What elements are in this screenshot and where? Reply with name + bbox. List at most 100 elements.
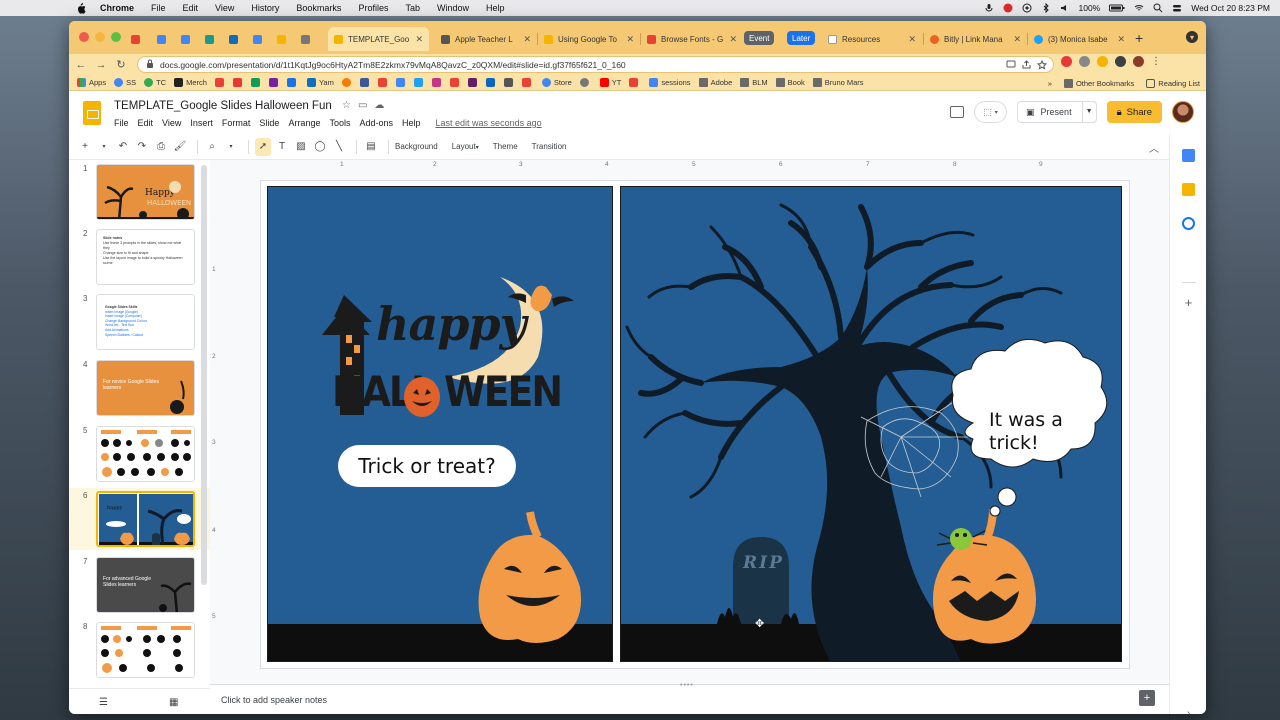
microphone-icon[interactable] — [984, 3, 994, 13]
image-icon[interactable]: ▨ — [293, 138, 309, 156]
pinterest-icon[interactable] — [521, 78, 531, 87]
slide-thumbnail-active[interactable]: happy — [96, 491, 195, 547]
docs-menu-file[interactable]: File — [114, 118, 129, 128]
back-button[interactable]: ← — [73, 57, 89, 73]
transition-button[interactable]: Transition — [532, 142, 567, 151]
tab-group-event[interactable]: Event — [744, 31, 775, 45]
meet-button[interactable]: ⬚ ▾ — [974, 101, 1008, 123]
extension-yellow-icon[interactable] — [1097, 56, 1108, 67]
orange-app-icon[interactable] — [341, 78, 351, 87]
share-button[interactable]: 🔒︎ Share — [1106, 101, 1162, 123]
slide-thumbnail[interactable]: Slide notes Use these 3 prompts in the s… — [96, 229, 195, 285]
close-tab-icon[interactable]: ✕ — [725, 34, 737, 45]
comment-history-icon[interactable] — [950, 106, 965, 118]
tab-resources[interactable]: Resources ✕ — [822, 27, 922, 51]
menu-profiles[interactable]: Profiles — [358, 3, 388, 13]
menu-file[interactable]: File — [151, 3, 166, 13]
apple-menu-icon[interactable] — [74, 2, 88, 14]
slide-thumbnail[interactable] — [96, 426, 195, 482]
pinned-tab-calendar[interactable] — [157, 27, 173, 51]
filmstrip-item[interactable]: 4 For novice Google Slides learners — [69, 357, 210, 419]
account-avatar[interactable] — [1172, 101, 1194, 123]
menu-bookmarks[interactable]: Bookmarks — [296, 3, 341, 13]
adobe-icon[interactable] — [214, 78, 224, 87]
cloud-status-icon[interactable]: ☁ — [374, 100, 384, 111]
globe-icon[interactable] — [579, 78, 589, 87]
pinned-tab-outlook[interactable] — [229, 27, 245, 51]
move-folder-icon[interactable]: ▭ — [358, 100, 367, 111]
pinned-tab-keep[interactable] — [277, 27, 293, 51]
bookmark-ss[interactable]: SS — [114, 78, 136, 87]
airdrop-icon[interactable] — [1022, 3, 1032, 13]
filmstrip-scrollbar[interactable] — [201, 165, 207, 585]
bookmarks-overflow-button[interactable]: » — [1048, 79, 1052, 88]
slide-canvas[interactable]: happy HALL WEEN Trick or treat? RIP It w… — [261, 181, 1129, 668]
volume-icon[interactable] — [1060, 3, 1070, 13]
tasks-icon[interactable] — [1182, 217, 1195, 230]
docs-menu-insert[interactable]: Insert — [190, 118, 213, 128]
share-page-icon[interactable] — [1022, 60, 1031, 72]
profile-avatar-icon[interactable] — [1133, 56, 1144, 67]
theme-button[interactable]: Theme — [493, 142, 518, 151]
close-tab-icon[interactable]: ✕ — [1009, 34, 1021, 45]
filmstrip-item[interactable]: 3 Google Slides Skills Insert Image (Goo… — [69, 291, 210, 353]
redo-icon[interactable]: ↷ — [134, 138, 150, 156]
thought-bubble-text[interactable]: It was a trick! — [989, 409, 1099, 455]
pinned-tab-globe[interactable] — [301, 27, 317, 51]
slide-thumbnail[interactable]: Google Slides Skills Insert Image (Googl… — [96, 294, 195, 350]
slide-thumbnail[interactable]: Happy HALLOWEEN — [96, 164, 195, 220]
flag-icon[interactable] — [629, 78, 639, 87]
tab-group-later[interactable]: Later — [787, 31, 816, 45]
docs-menu-slide[interactable]: Slide — [259, 118, 279, 128]
close-tab-icon[interactable]: ✕ — [411, 34, 423, 45]
calendar-icon[interactable] — [1182, 149, 1195, 162]
menu-help[interactable]: Help — [486, 3, 505, 13]
speaker-notes[interactable]: •••• Click to add speaker notes + — [210, 682, 1169, 714]
minimize-window-button[interactable] — [95, 32, 105, 42]
new-tab-button[interactable]: + — [1135, 30, 1143, 46]
wifi-icon[interactable] — [1134, 3, 1144, 13]
close-tab-icon[interactable]: ✕ — [519, 34, 531, 45]
pinned-tab-forms[interactable] — [205, 27, 221, 51]
docs-menu-addons[interactable]: Add-ons — [359, 118, 393, 128]
address-bar[interactable]: docs.google.com/presentation/d/1t1KqtJg9… — [137, 56, 1054, 73]
cast-icon[interactable] — [1006, 60, 1016, 72]
tab-twitter[interactable]: (3) Monica Isabe ✕ — [1028, 27, 1131, 51]
select-tool-icon[interactable]: ➚ — [255, 137, 271, 156]
sheets-icon[interactable] — [250, 78, 260, 87]
comment-icon[interactable]: ▤ — [363, 138, 379, 156]
red-app-icon[interactable] — [377, 78, 387, 87]
pinned-tab-slides[interactable] — [253, 27, 269, 51]
bluetooth-icon[interactable] — [1041, 2, 1051, 14]
layout-button[interactable]: Layout▾ — [452, 142, 479, 151]
instagram-icon[interactable] — [431, 78, 441, 87]
reload-button[interactable]: ↻ — [113, 57, 129, 73]
pinned-tab-gmail[interactable] — [131, 27, 147, 51]
new-slide-dropdown-icon[interactable]: ▾ — [96, 138, 112, 156]
twitter-icon[interactable] — [413, 78, 423, 87]
bookmark-book[interactable]: Book — [775, 78, 805, 87]
slide-thumbnail[interactable]: For novice Google Slides learners — [96, 360, 195, 416]
undo-icon[interactable]: ↶ — [115, 138, 131, 156]
menu-tab[interactable]: Tab — [405, 3, 420, 13]
filmstrip-item[interactable]: 7 For advanced Google Slides learners — [69, 554, 210, 616]
menubar-datetime[interactable]: Wed Oct 20 8:23 PM — [1191, 3, 1270, 13]
star-icon[interactable]: ☆ — [342, 100, 351, 111]
forward-button[interactable]: → — [93, 57, 109, 73]
pdf-icon[interactable] — [232, 78, 242, 87]
menu-view[interactable]: View — [215, 3, 234, 13]
pumpkin-left[interactable] — [268, 187, 613, 662]
pinned-tab-docs[interactable] — [181, 27, 197, 51]
tab-apple-teacher[interactable]: Apple Teacher L ✕ — [435, 27, 537, 51]
zoom-dropdown-icon[interactable]: ▾ — [223, 138, 239, 156]
facebook-icon[interactable] — [359, 78, 369, 87]
bookmark-adobe[interactable]: Adobe — [698, 78, 732, 87]
menu-edit[interactable]: Edit — [183, 3, 199, 13]
bookmark-star-icon[interactable] — [1036, 59, 1048, 72]
extension-red-icon[interactable] — [1061, 56, 1072, 67]
bookmark-yt[interactable]: YT — [599, 78, 621, 87]
menu-window[interactable]: Window — [437, 3, 469, 13]
tab-template-slides[interactable]: TEMPLATE_Goo ✕ — [328, 27, 429, 51]
tab-bitly[interactable]: Bitly | Link Mana ✕ — [924, 27, 1027, 51]
line-icon[interactable]: ╲ — [331, 138, 347, 156]
